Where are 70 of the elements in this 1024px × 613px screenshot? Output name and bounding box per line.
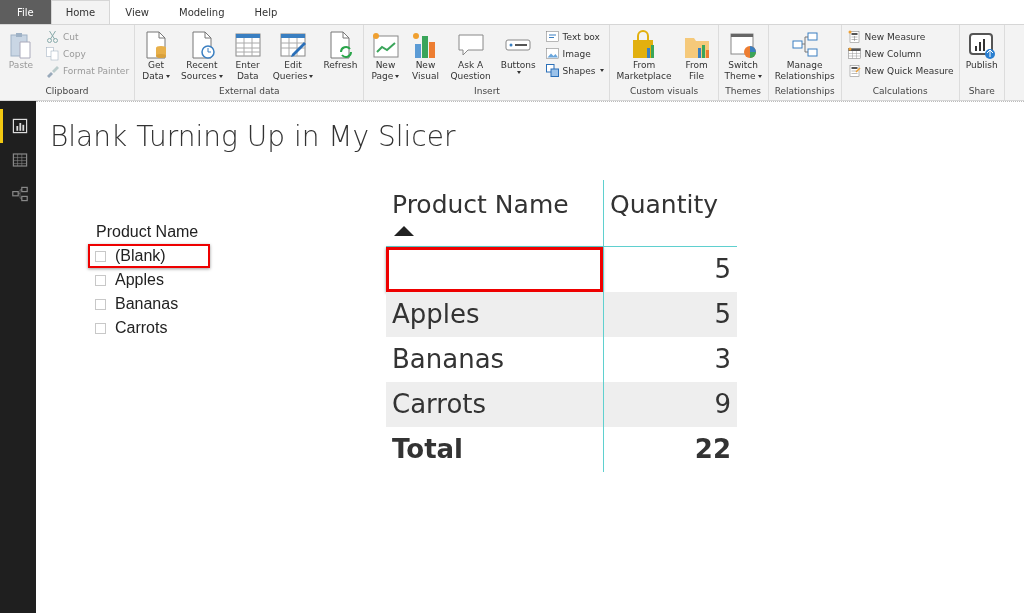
slicer-item[interactable]: Carrots [88, 316, 210, 340]
diagram-icon [789, 30, 820, 60]
ribbon-tab[interactable]: File [0, 0, 51, 24]
group-label: External data [218, 84, 281, 98]
ribbon-tab[interactable]: Modeling [164, 0, 240, 24]
image-icon [544, 46, 560, 61]
bar-chart-icon [10, 117, 29, 135]
ribbon-button[interactable]: New Column [844, 45, 956, 62]
ribbon-button[interactable]: Buttons [497, 28, 539, 76]
table-cell-text: Carrots [391, 388, 488, 421]
ribbon-tab[interactable]: Help [239, 0, 293, 24]
ribbon-button[interactable]: New Visual [407, 28, 444, 84]
slicer-title: Product Name [96, 222, 200, 242]
shapes-icon [544, 63, 560, 78]
group-label: Clipboard [44, 84, 90, 98]
total-label: Total [391, 433, 465, 466]
page-title: Blank Turning Up in My Slicer [50, 119, 457, 155]
total-value: 22 [603, 427, 737, 472]
table-cell-text: Bananas [391, 343, 506, 376]
brush-icon [45, 63, 60, 78]
group-label: Custom visuals [628, 84, 700, 98]
pencil-icon [278, 30, 309, 60]
ribbon-button[interactable]: Enter Data [229, 28, 266, 84]
slicer-item[interactable]: Bananas [88, 292, 210, 316]
ribbon-button[interactable]: From File [678, 28, 715, 84]
ribbon-button[interactable]: Publish [962, 28, 1001, 73]
ribbon-button[interactable]: Recent Sources [178, 28, 226, 84]
copy-icon [45, 46, 60, 61]
table-cell: 5 [603, 292, 737, 337]
ribbon-button[interactable]: Image [542, 45, 607, 62]
ribbon-button[interactable]: Text box [542, 28, 607, 45]
ribbon-tab[interactable]: View [110, 0, 164, 24]
ribbon-button[interactable]: Ask A Question [447, 28, 494, 84]
pie-chart-icon [728, 30, 759, 60]
ribbon-button[interactable]: New Measure [844, 28, 956, 45]
group-label: Share [967, 84, 996, 98]
checkbox[interactable] [95, 322, 106, 334]
checkbox[interactable] [95, 274, 106, 286]
slicer-item[interactable]: (Blank) [88, 244, 210, 268]
line-chart-icon [370, 30, 401, 60]
scissors-icon [45, 29, 60, 44]
column-header[interactable]: Product Name [386, 180, 603, 224]
table-icon [846, 46, 862, 61]
ribbon-button[interactable]: Get Data [138, 28, 175, 84]
group-label: Relationships [773, 84, 836, 98]
ribbon-button[interactable]: New Page [367, 28, 404, 84]
text-box-icon [544, 29, 560, 44]
ribbon-button[interactable]: Refresh [320, 28, 361, 73]
table-cell: 9 [603, 382, 737, 427]
ribbon-button[interactable]: New Quick Measure [844, 62, 956, 79]
column-header[interactable]: Quantity [604, 180, 737, 224]
ribbon-tab[interactable]: Home [50, 0, 111, 24]
ribbon-button[interactable]: Edit Queries [269, 28, 317, 84]
calculator-icon [846, 63, 862, 78]
diagram-icon [10, 185, 29, 203]
publish-icon [966, 30, 997, 60]
ribbon-button[interactable]: Switch Theme [721, 28, 765, 84]
table-cell-text: Apples [391, 298, 481, 331]
checkbox[interactable] [95, 298, 106, 310]
ribbon-button[interactable]: Shapes [542, 62, 607, 79]
ribbon-button[interactable]: Manage Relationships [771, 28, 838, 84]
calculator-icon [846, 29, 862, 44]
table-icon [10, 151, 29, 169]
slicer-item[interactable]: Apples [88, 268, 210, 292]
group-label: Insert [473, 84, 501, 98]
checkbox[interactable] [95, 250, 106, 262]
ribbon-button[interactable]: From Marketplace [613, 28, 675, 84]
table-icon [232, 30, 263, 60]
group-label: Themes [724, 84, 762, 98]
group-label: Calculations [871, 84, 929, 98]
